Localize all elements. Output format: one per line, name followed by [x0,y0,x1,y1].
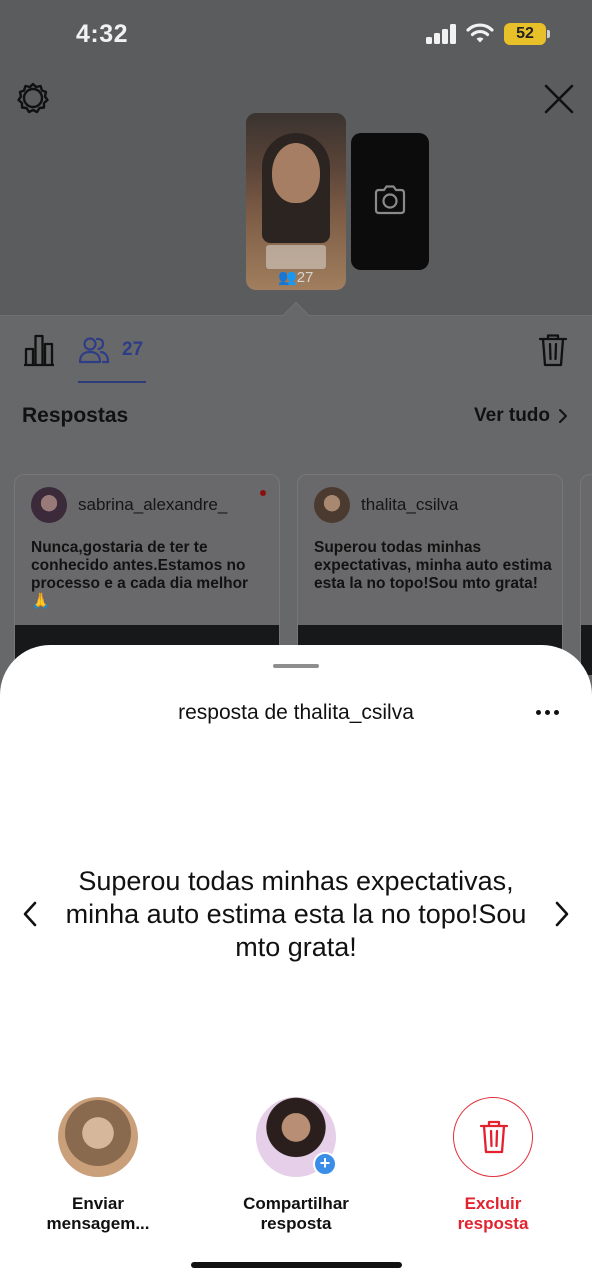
status-bar: 4:32 52 [0,0,592,70]
response-text: Nunca,gostaria de ter te conhecido antes… [31,539,249,610]
insights-icon[interactable] [22,333,56,367]
more-icon[interactable] [536,709,560,717]
chevron-right-icon[interactable] [552,900,572,928]
avatar [314,487,350,523]
status-time: 4:32 [76,20,129,48]
delete-circle [453,1097,533,1177]
story-thumbnail[interactable]: 👥27 [246,113,346,290]
chevron-left-icon[interactable] [20,900,40,928]
action-label: Compartilhar resposta [243,1194,349,1233]
trash-icon[interactable] [538,333,568,367]
battery-indicator: 52 [504,23,546,45]
response-card[interactable]: thalita_csilva Superou todas minhas expe… [297,474,563,675]
wifi-icon [466,23,494,43]
chevron-right-icon[interactable] [556,406,570,426]
avatar [31,487,67,523]
response-text: Superou todas minhas expectativas, minha… [314,539,552,592]
trash-icon [479,1120,509,1154]
delete-response-button[interactable]: Excluir resposta [413,1097,573,1234]
send-message-button[interactable]: Enviar mensagem... [18,1097,178,1234]
home-indicator[interactable] [191,1262,402,1268]
battery-tip [547,30,550,38]
sheet-title: resposta de thalita_csilva [178,701,414,724]
close-icon[interactable] [541,81,577,117]
story-viewer-count: 👥27 [278,269,314,286]
action-label: Excluir resposta [457,1194,529,1233]
share-response-button[interactable]: + Compartilhar resposta [216,1097,376,1234]
response-username: sabrina_alexandre_ [78,495,228,514]
response-sheet: resposta de thalita_csilva Superou todas… [0,645,592,1280]
response-card[interactable]: sabrina_alexandre_ Nunca,gostaria de ter… [14,474,280,675]
response-card-partial[interactable] [580,474,592,675]
responses-title: Respostas [22,404,129,427]
sheet-grabber[interactable] [273,664,319,668]
see-all-link[interactable]: Ver tudo [474,405,550,427]
viewers-icon [78,337,110,364]
avatar [58,1097,138,1177]
response-username: thalita_csilva [361,495,459,514]
plus-icon: + [313,1152,337,1176]
action-label: Enviar mensagem... [46,1194,150,1233]
response-answer: Superou todas minhas expectativas, minha… [65,866,527,962]
viewers-count: 27 [122,339,144,360]
tab-viewers[interactable]: 27 [78,333,146,383]
unread-dot [260,490,266,496]
camera-icon [374,185,406,215]
add-story-card[interactable] [351,133,429,270]
settings-icon[interactable] [16,81,50,115]
avatar: + [256,1097,337,1177]
signal-icon [426,24,458,44]
